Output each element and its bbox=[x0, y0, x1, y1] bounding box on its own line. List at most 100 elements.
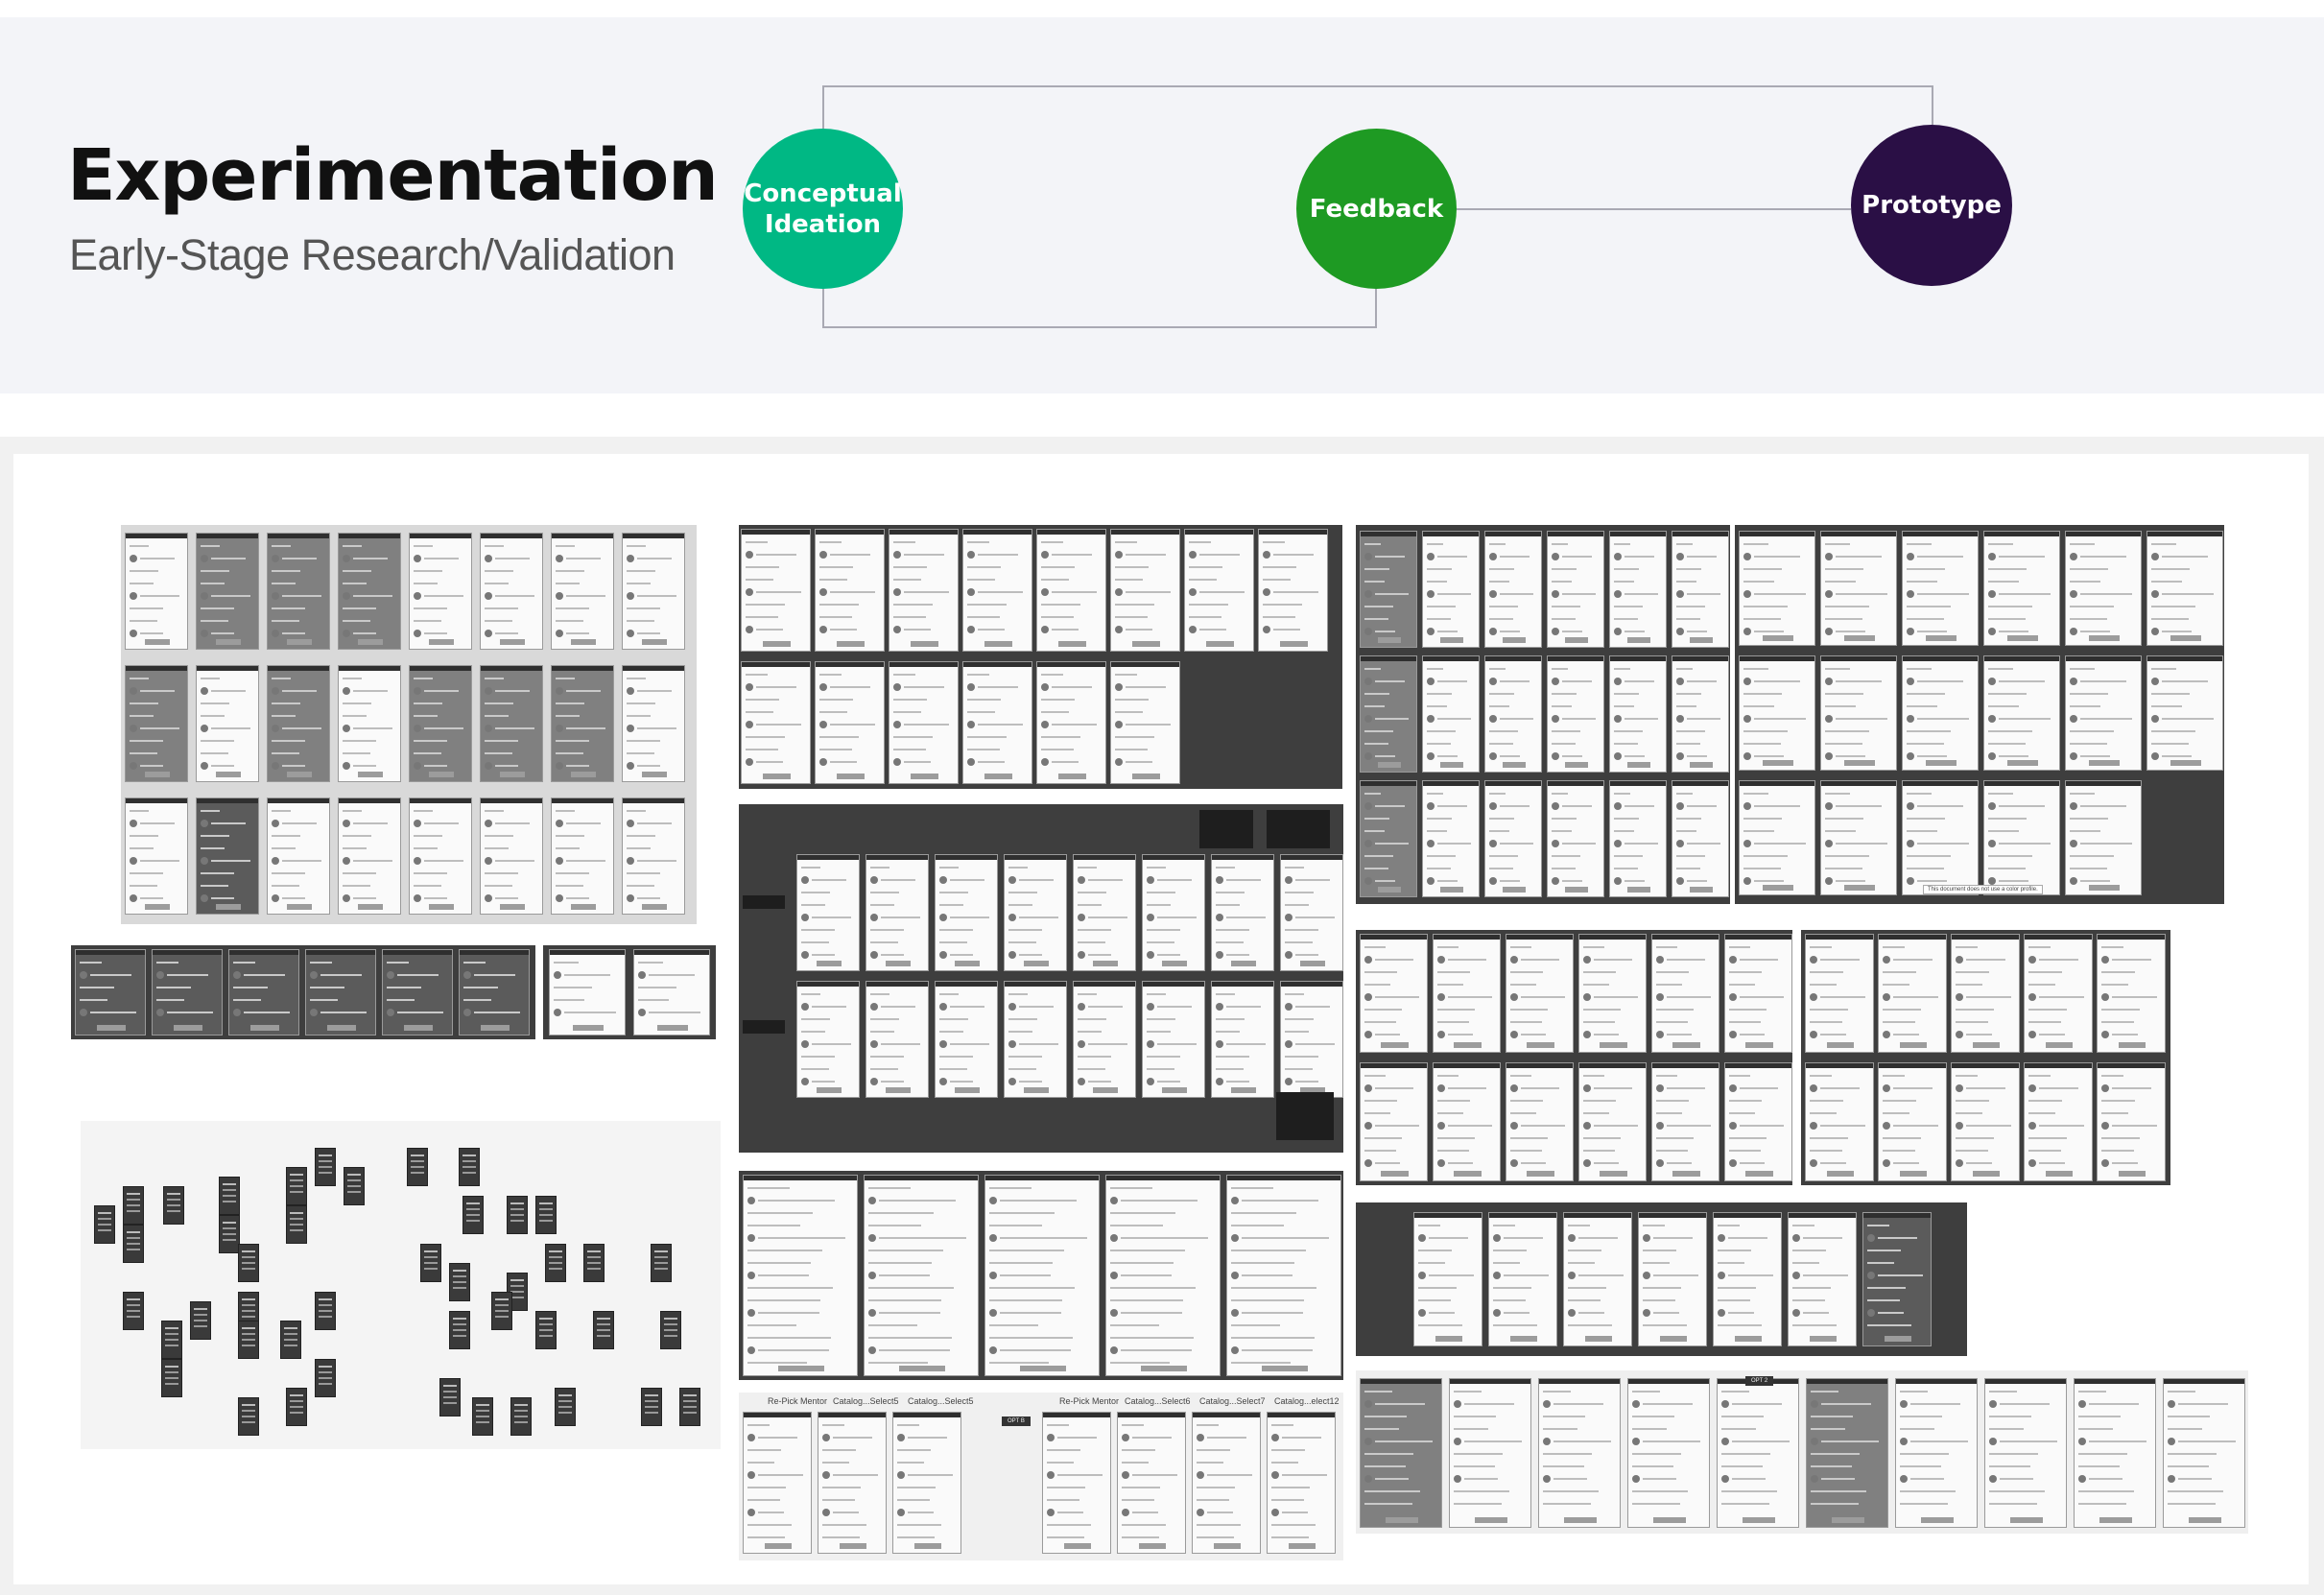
flow-map-frame bbox=[510, 1397, 532, 1436]
wireframe-screen bbox=[338, 533, 401, 650]
opt-tag: OPT 2 bbox=[1745, 1376, 1774, 1386]
flow-map-frame bbox=[344, 1167, 365, 1205]
wireframe-group-flow-map bbox=[81, 1121, 721, 1449]
wireframe-screen bbox=[1226, 1175, 1341, 1376]
wireframe-screen bbox=[1609, 655, 1667, 773]
wireframe-screen bbox=[125, 798, 188, 915]
wireframe-screen bbox=[1004, 854, 1067, 971]
wireframe-screen bbox=[1983, 531, 2060, 646]
annotation-note bbox=[743, 1020, 785, 1034]
flow-map-frame bbox=[219, 1215, 240, 1253]
wireframe-screen bbox=[1951, 1062, 2020, 1181]
wireframe-screen bbox=[984, 1175, 1100, 1376]
wireframe-board: Re-Pick Mentor Catalog...Select5 Catalog… bbox=[0, 437, 2324, 1595]
flow-map-frame bbox=[507, 1196, 528, 1234]
wireframe-screen bbox=[1360, 531, 1417, 648]
wireframe-screen bbox=[1984, 1378, 2067, 1528]
wireframe-group-orders bbox=[1356, 930, 1792, 1185]
wireframe-screen bbox=[267, 665, 330, 782]
wireframe-screen bbox=[1672, 780, 1729, 897]
flow-map-frame bbox=[315, 1292, 336, 1330]
wireframe-screen bbox=[1484, 655, 1542, 773]
wireframe-screen bbox=[1547, 655, 1604, 773]
wireframe-screen bbox=[1258, 529, 1328, 652]
annotation-note bbox=[743, 895, 785, 909]
wireframe-screen bbox=[1651, 934, 1719, 1053]
wireframe-screen bbox=[1433, 934, 1501, 1053]
wireframe-screen bbox=[1192, 1412, 1261, 1554]
flow-map-frame bbox=[286, 1167, 307, 1205]
wireframe-screen bbox=[2065, 780, 2142, 895]
wireframe-screen bbox=[1484, 531, 1542, 648]
wireframe-screen bbox=[1788, 1212, 1857, 1346]
flow-map-frame bbox=[286, 1388, 307, 1426]
step-conceptual-ideation: Conceptual Ideation bbox=[743, 129, 903, 289]
wireframe-screen bbox=[1672, 655, 1729, 773]
flow-map-frame bbox=[555, 1388, 576, 1426]
wireframe-screen bbox=[125, 533, 188, 650]
wireframe-screen bbox=[196, 533, 259, 650]
wireframe-screen bbox=[1578, 1062, 1647, 1181]
step-prototype: Prototype bbox=[1851, 125, 2012, 286]
wireframe-screen bbox=[1878, 934, 1947, 1053]
wireframe-screen bbox=[866, 981, 929, 1098]
flow-map-frame bbox=[593, 1311, 614, 1349]
wireframe-screen bbox=[1360, 1378, 1442, 1528]
wireframe-group-products bbox=[1735, 525, 2224, 904]
wireframe-screen bbox=[1422, 655, 1480, 773]
wireframe-screen bbox=[196, 798, 259, 915]
wireframe-screen bbox=[152, 949, 223, 1036]
wireframe-canvas: Re-Pick Mentor Catalog...Select5 Catalog… bbox=[13, 454, 2309, 1584]
wireframe-screen bbox=[1651, 1062, 1719, 1181]
wireframe-screen bbox=[267, 798, 330, 915]
flow-map-frame bbox=[449, 1311, 470, 1349]
wireframe-screen bbox=[818, 1412, 887, 1554]
flow-map-frame bbox=[462, 1196, 484, 1234]
wireframe-screen bbox=[1609, 531, 1667, 648]
wireframe-screen bbox=[1878, 1062, 1947, 1181]
wireframe-screen bbox=[1073, 854, 1136, 971]
wireframe-screen bbox=[125, 665, 188, 782]
flow-map-frame bbox=[280, 1321, 301, 1359]
frame-label: Catalog...Select5 bbox=[908, 1396, 974, 1406]
wireframe-screen bbox=[1983, 655, 2060, 771]
flow-map-frame bbox=[439, 1378, 461, 1416]
wireframe-screen bbox=[889, 661, 959, 784]
wireframe-screen bbox=[1820, 655, 1897, 771]
wireframe-screen bbox=[409, 665, 472, 782]
flow-map-frame bbox=[472, 1397, 493, 1436]
frame-label: Catalog...Select7 bbox=[1199, 1396, 1266, 1406]
wireframe-screen bbox=[622, 665, 685, 782]
wireframe-screen bbox=[1280, 981, 1343, 1098]
wireframe-screen bbox=[1036, 529, 1106, 652]
flow-map-frame bbox=[238, 1244, 259, 1282]
wireframe-screen bbox=[796, 981, 860, 1098]
flow-map-frame bbox=[407, 1148, 428, 1186]
frame-label: Catalog...Select5 bbox=[833, 1396, 899, 1406]
wireframe-screen bbox=[267, 533, 330, 650]
wireframe-screen bbox=[382, 949, 453, 1036]
wireframe-group-rating bbox=[543, 945, 716, 1039]
flow-map-frame bbox=[238, 1397, 259, 1436]
wireframe-screen bbox=[962, 661, 1032, 784]
annotation-note bbox=[1199, 810, 1253, 848]
wireframe-screen bbox=[480, 665, 543, 782]
wireframe-screen bbox=[409, 533, 472, 650]
color-profile-note: This document does not use a color profi… bbox=[1923, 885, 2043, 894]
wireframe-screen bbox=[305, 949, 376, 1036]
wireframe-screen bbox=[549, 949, 626, 1036]
wireframe-screen bbox=[459, 949, 530, 1036]
wireframe-group-dashboard bbox=[1356, 525, 1730, 904]
wireframe-screen bbox=[1142, 981, 1205, 1098]
wireframe-screen bbox=[743, 1412, 812, 1554]
wireframe-screen bbox=[2163, 1378, 2245, 1528]
flow-map-frame bbox=[420, 1244, 441, 1282]
wireframe-screen bbox=[1806, 1378, 1888, 1528]
wireframe-screen bbox=[1805, 1062, 1874, 1181]
wireframe-screen bbox=[1267, 1412, 1336, 1554]
wireframe-screen bbox=[743, 1175, 858, 1376]
wireframe-screen bbox=[1036, 661, 1106, 784]
flow-map-frame bbox=[123, 1186, 144, 1225]
wireframe-screen bbox=[935, 854, 998, 971]
wireframe-screen bbox=[622, 798, 685, 915]
